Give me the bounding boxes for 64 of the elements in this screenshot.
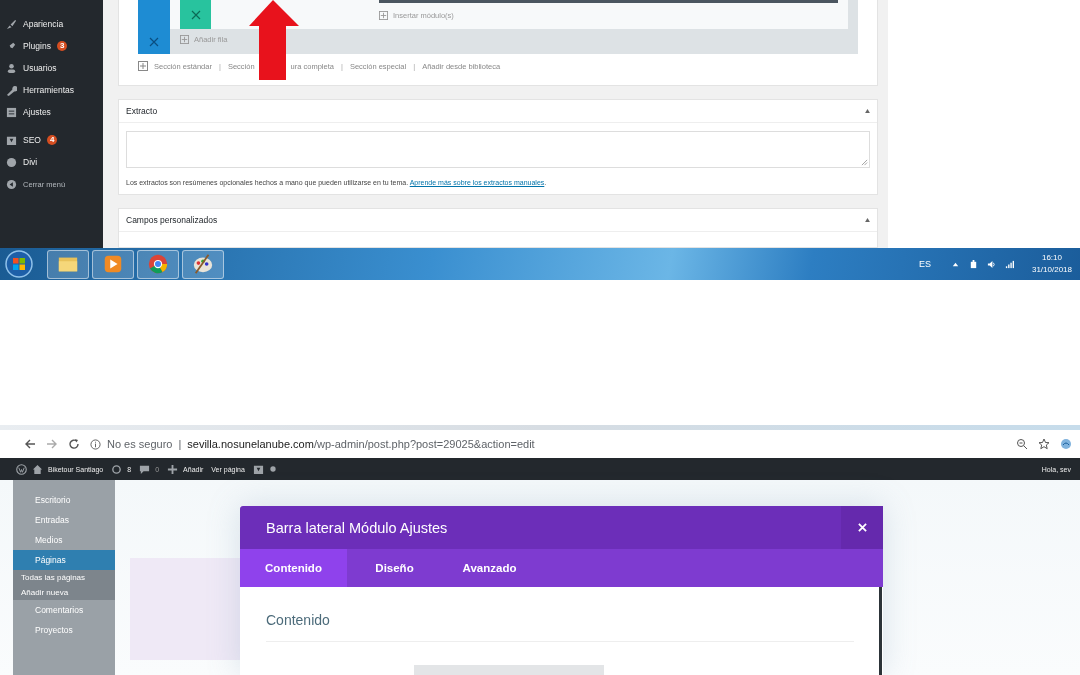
- clock-time: 16:10: [1041, 252, 1062, 264]
- yoast-icon[interactable]: [252, 463, 264, 475]
- user-icon: [6, 62, 17, 74]
- excerpt-field[interactable]: [126, 131, 870, 169]
- security-label[interactable]: No es seguro: [107, 438, 173, 450]
- tab[interactable]: Contenido: [240, 549, 347, 587]
- scrollbar[interactable]: [879, 587, 882, 675]
- address-bar[interactable]: No es seguro | sevilla.nosunelanube.com/wp-admin/post.php?post=29025&action=edit: [90, 433, 1006, 455]
- plus-icon[interactable]: [138, 61, 148, 71]
- brush-icon: [6, 18, 17, 30]
- url-text: sevilla.nosunelanube.com/wp-admin/post.php?post=29025&action=edit: [187, 438, 535, 450]
- collapse-arrow-icon[interactable]: [865, 109, 870, 114]
- reload-icon[interactable]: [68, 438, 80, 450]
- tab[interactable]: Avanzado: [442, 549, 537, 587]
- power-icon[interactable]: [968, 259, 978, 269]
- paint-taskbar-icon[interactable]: [182, 249, 224, 279]
- back-icon[interactable]: [24, 438, 36, 450]
- wordpress-logo[interactable]: [16, 463, 27, 475]
- menu-item[interactable]: Divi: [23, 157, 38, 167]
- comment-icon[interactable]: [139, 463, 151, 475]
- menu-item[interactable]: SEO: [23, 135, 41, 145]
- collapse-icon: [6, 178, 17, 190]
- menu-item[interactable]: Herramientas: [23, 85, 75, 95]
- panel-title: Extracto: [126, 106, 158, 117]
- modal-title: Barra lateral Módulo Ajustes: [265, 519, 448, 536]
- section-handle[interactable]: [138, 0, 170, 54]
- menu-item[interactable]: Todas las páginas: [13, 570, 115, 585]
- section-heading: Contenido: [266, 612, 330, 628]
- refresh-icon[interactable]: [111, 463, 123, 475]
- chrome-taskbar-icon[interactable]: [137, 249, 179, 279]
- start-button[interactable]: [4, 249, 34, 279]
- folder-taskbar-icon[interactable]: [47, 249, 89, 279]
- tab[interactable]: Diseño: [347, 549, 442, 587]
- panel-title: Campos personalizados: [126, 215, 218, 226]
- menu-item[interactable]: Añadir nueva: [13, 585, 115, 600]
- collapse-arrow-icon[interactable]: [865, 218, 870, 223]
- clock[interactable]: 16:10 31/10/2018: [1031, 252, 1072, 276]
- plus-icon[interactable]: [379, 11, 388, 20]
- menu-item[interactable]: Páginas: [13, 550, 115, 570]
- home-icon[interactable]: [32, 463, 43, 475]
- media-player-taskbar-icon[interactable]: [92, 249, 134, 279]
- resize-grip-icon[interactable]: [861, 159, 868, 167]
- divi-icon: [6, 156, 17, 168]
- separator: |: [178, 438, 182, 450]
- volume-icon[interactable]: [986, 259, 996, 269]
- language-indicator[interactable]: ES: [918, 259, 931, 269]
- menu-item[interactable]: Apariencia: [23, 19, 64, 29]
- yoast-icon: [6, 134, 17, 146]
- extension-icon[interactable]: [1060, 438, 1072, 450]
- settings-icon: [6, 106, 17, 118]
- count-badge: 3: [56, 41, 68, 51]
- plus-icon[interactable]: [167, 463, 179, 475]
- row-handle[interactable]: [180, 0, 211, 29]
- zoom-icon[interactable]: [1016, 438, 1028, 450]
- menu-item[interactable]: Plugins: [23, 41, 51, 51]
- wrench-icon: [6, 84, 17, 96]
- count-badge: 4: [46, 135, 58, 145]
- star-icon[interactable]: [1038, 438, 1050, 450]
- menu-item[interactable]: Usuarios: [23, 63, 57, 73]
- info-icon[interactable]: [90, 438, 101, 450]
- menu-item[interactable]: Ajustes: [23, 107, 51, 117]
- signal-icon[interactable]: [1004, 259, 1014, 269]
- status-dot: [268, 465, 277, 473]
- clock-date: 31/10/2018: [1031, 264, 1072, 276]
